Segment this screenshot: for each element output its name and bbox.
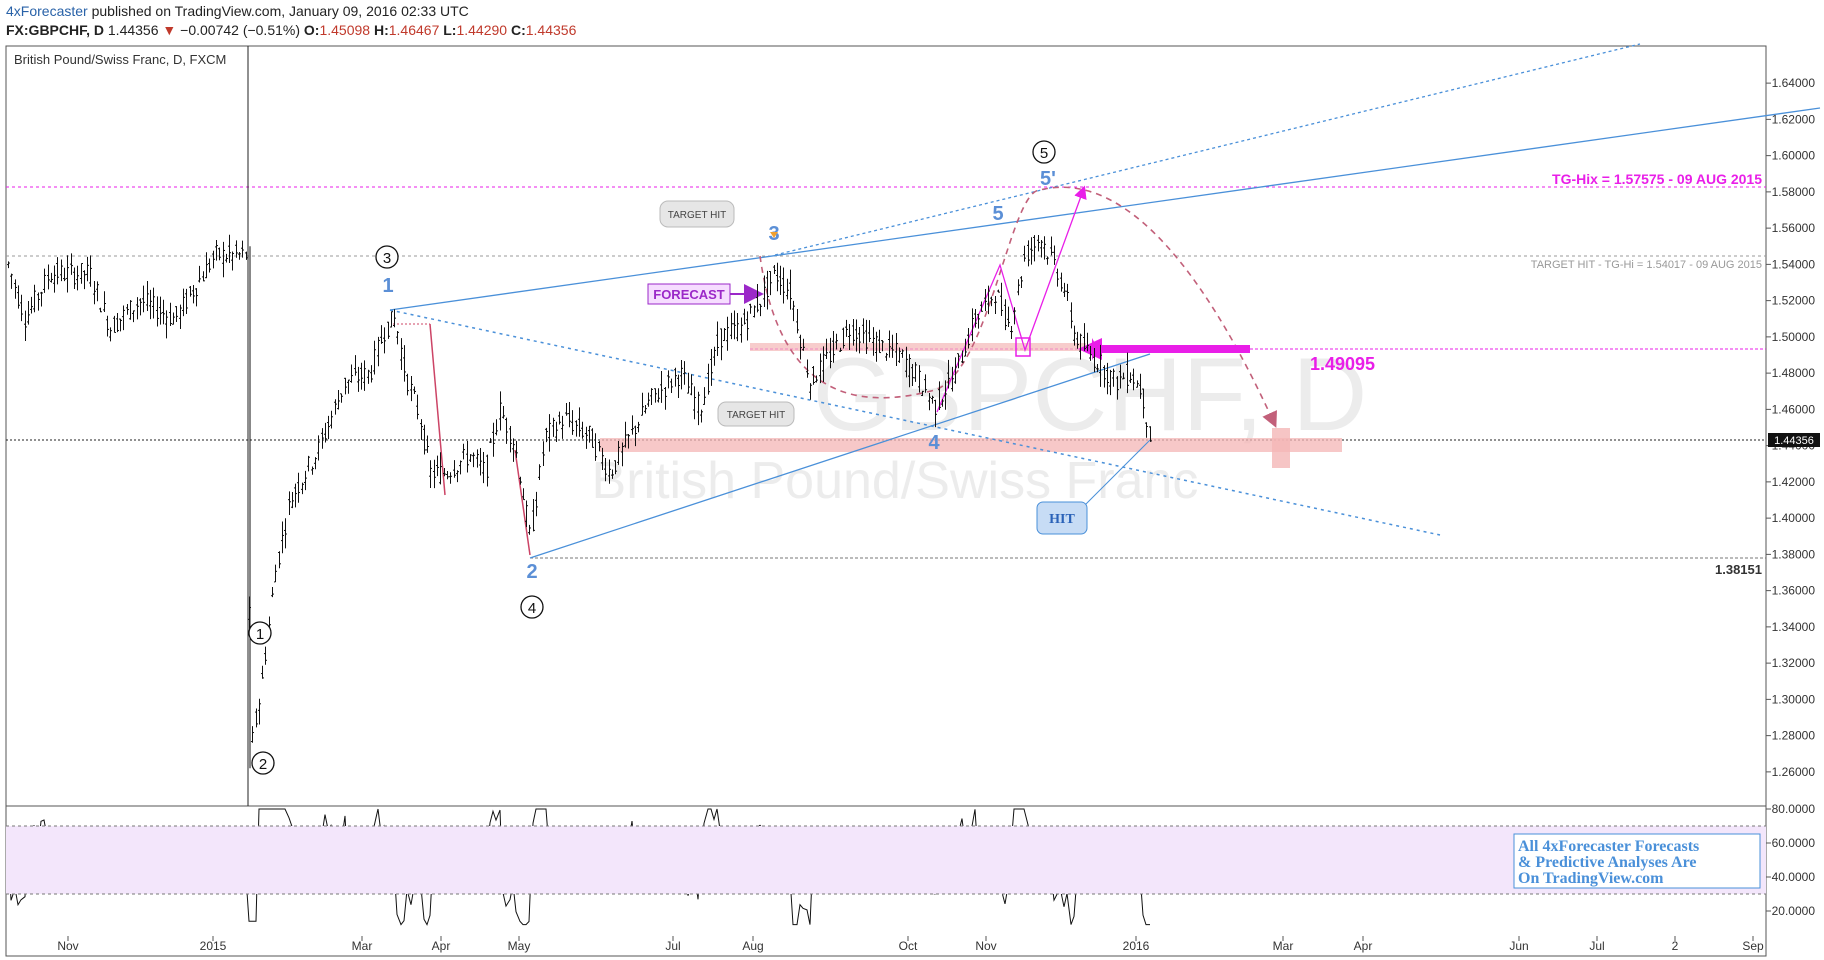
wave-label-2: 2: [526, 561, 537, 583]
time-tick-label: 2: [1672, 939, 1679, 953]
time-axis: Nov 2015 Mar Apr May Jul Aug Oct Nov 2016 Mar Apr Ju…: [57, 936, 1764, 953]
svg-text:3: 3: [383, 250, 391, 267]
svg-text:1: 1: [256, 626, 264, 643]
time-tick-label: Mar: [1273, 939, 1294, 953]
price-tick-label: 1.40000: [1772, 511, 1816, 525]
wave-label-4: 4: [928, 432, 940, 454]
watermark-name: British Pound/Swiss Franc: [592, 452, 1199, 510]
time-tick-label: Mar: [352, 939, 373, 953]
time-tick-label: Jul: [1589, 939, 1604, 953]
time-tick-label: Aug: [742, 939, 763, 953]
chart-title: British Pound/Swiss Franc, D, FXCM: [14, 52, 226, 67]
time-tick-label: 2015: [200, 939, 227, 953]
forecast-label: FORECAST: [653, 287, 725, 302]
price-tick-label: 1.50000: [1772, 330, 1816, 344]
rsi-tick-label: 60.0000: [1772, 836, 1816, 850]
promo-line-1: All 4xForecaster Forecasts: [1518, 838, 1699, 855]
price-tick-label: 1.60000: [1772, 149, 1816, 163]
price-tick-label: 1.62000: [1772, 112, 1816, 126]
promo-box: All 4xForecaster Forecasts & Predictive …: [1513, 833, 1761, 889]
last-price-badge-text: 1.44356: [1774, 435, 1814, 447]
price-tick-label: 1.56000: [1772, 221, 1816, 235]
wave2-drop: [514, 449, 531, 556]
promo-line-3: On TradingView.com: [1518, 870, 1664, 887]
svg-text:4: 4: [528, 600, 536, 617]
target-zone: [1272, 428, 1290, 468]
price-tick-label: 1.54000: [1772, 257, 1816, 271]
circled-wave-1: 1: [248, 621, 272, 645]
price-tick-label: 1.48000: [1772, 366, 1816, 380]
wave-label-5-prime: 5': [1040, 168, 1056, 190]
wave-label-5: 5: [992, 203, 1003, 225]
price-tick-label: 1.42000: [1772, 475, 1816, 489]
wave-label-1: 1: [382, 275, 393, 297]
circled-wave-5: 5: [1032, 140, 1056, 164]
circled-wave-2: 2: [251, 751, 275, 775]
rsi-band: [6, 826, 1766, 894]
time-tick-label: Jun: [1509, 939, 1528, 953]
promo-line-2: & Predictive Analyses Are: [1518, 854, 1697, 871]
rsi-tick-label: 80.0000: [1772, 802, 1816, 816]
price-tick-label: 1.38000: [1772, 547, 1816, 561]
time-tick-label: Sep: [1742, 939, 1764, 953]
circled-wave-4: 4: [520, 595, 544, 619]
time-tick-label: Nov: [57, 939, 78, 953]
price-tick-label: 1.64000: [1772, 76, 1816, 90]
time-tick-label: Apr: [432, 939, 451, 953]
target-hit-label: TARGET HIT - TG-Hi = 1.54017 - 09 AUG 20…: [1531, 259, 1762, 271]
price-tick-label: 1.34000: [1772, 620, 1816, 634]
price-tick-label: 1.26000: [1772, 765, 1816, 779]
price-tick-label: 1.52000: [1772, 294, 1816, 308]
price-tick-label: 1.30000: [1772, 692, 1816, 706]
price-ticks: 1.64000 1.62000 1.60000 1.58000 1.56000 1.540…: [1766, 76, 1815, 779]
target-hit-callout-2-text: TARGET HIT: [727, 410, 786, 421]
svg-text:5: 5: [1040, 145, 1048, 162]
tg-hix-label: TG-Hix = 1.57575 - 09 AUG 2015: [1552, 171, 1762, 187]
rsi-tick-label: 40.0000: [1772, 870, 1816, 884]
price-tick-label: 1.36000: [1772, 584, 1816, 598]
circled-wave-3: 3: [375, 245, 399, 269]
support-zone: [600, 438, 1342, 452]
time-tick-label: Jul: [665, 939, 680, 953]
time-tick-label: Apr: [1354, 939, 1373, 953]
time-tick-label: May: [508, 939, 531, 953]
trendline-1-3: [389, 107, 1821, 311]
time-tick-label: 2016: [1123, 939, 1150, 953]
price-chart[interactable]: GBPCHF, D British Pound/Swiss Franc Brit…: [0, 0, 1824, 960]
rsi-tick-label: 20.0000: [1772, 904, 1816, 918]
pivot-label: 1.49095: [1310, 354, 1375, 374]
price-tick-label: 1.46000: [1772, 402, 1816, 416]
price-tick-label: 1.32000: [1772, 656, 1816, 670]
time-tick-label: Oct: [899, 939, 918, 953]
hit-callout-text: HIT: [1049, 512, 1075, 527]
rsi-ticks: 80.0000 60.0000 40.0000 20.0000: [1766, 802, 1815, 918]
price-tick-label: 1.28000: [1772, 729, 1816, 743]
target-hit-callout-1-text: TARGET HIT: [668, 210, 727, 221]
price-tick-label: 1.58000: [1772, 185, 1816, 199]
svg-text:2: 2: [259, 756, 267, 773]
channel-dotted-upper: [774, 43, 1641, 256]
time-tick-label: Nov: [975, 939, 996, 953]
low-label: 1.38151: [1715, 562, 1762, 577]
